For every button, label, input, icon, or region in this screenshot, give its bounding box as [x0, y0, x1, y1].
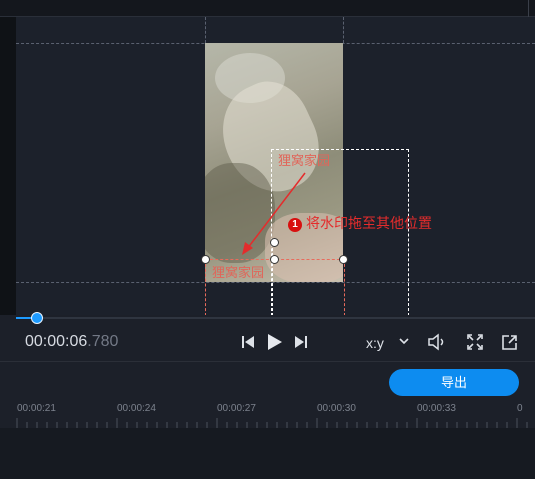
time-main: 00:00:06: [25, 333, 88, 350]
popout-icon[interactable]: [501, 334, 518, 351]
ruler-label: 00:00:24: [117, 403, 156, 414]
export-button[interactable]: 导出: [389, 369, 519, 396]
volume-icon[interactable]: [427, 333, 449, 351]
left-strip: [0, 17, 16, 315]
skip-previous-icon[interactable]: [241, 335, 255, 349]
fullscreen-icon[interactable]: [467, 334, 483, 350]
ruler-label: 0: [517, 403, 523, 414]
top-bar-divider: [528, 0, 529, 17]
playback-bar: 00:00:06.780 x:y: [0, 312, 535, 361]
top-bar: [0, 0, 535, 17]
progress-knob[interactable]: [30, 312, 43, 324]
time-ms: .780: [87, 333, 119, 350]
export-bar: 导出: [0, 362, 535, 402]
instruction-text: 将水印拖至其他位置: [306, 215, 432, 231]
skip-next-icon[interactable]: [294, 335, 308, 349]
play-icon[interactable]: [266, 333, 284, 351]
timeline-tracks[interactable]: [0, 428, 535, 479]
ruler-label: 00:00:27: [217, 403, 256, 414]
aspect-ratio-select[interactable]: x:y: [366, 335, 384, 351]
ruler-label: 00:00:33: [417, 403, 456, 414]
video-preview[interactable]: 狸窝家园 狸窝家园 1 将水印拖至其他位置: [16, 17, 535, 315]
chevron-down-icon[interactable]: [399, 338, 409, 346]
ruler-label: 00:00:30: [317, 403, 356, 414]
step-number-badge: 1: [288, 218, 302, 232]
ruler-label: 00:00:21: [17, 403, 56, 414]
ruler-ticks: [16, 418, 528, 428]
timeline-ruler[interactable]: 00:00:21 00:00:24 00:00:27 00:00:30 00:0…: [0, 402, 535, 428]
drag-arrow-icon: [242, 172, 306, 255]
current-time: 00:00:06.780: [25, 333, 118, 351]
instruction-annotation: 1 将水印拖至其他位置: [288, 213, 432, 233]
progress-track[interactable]: [16, 317, 535, 319]
